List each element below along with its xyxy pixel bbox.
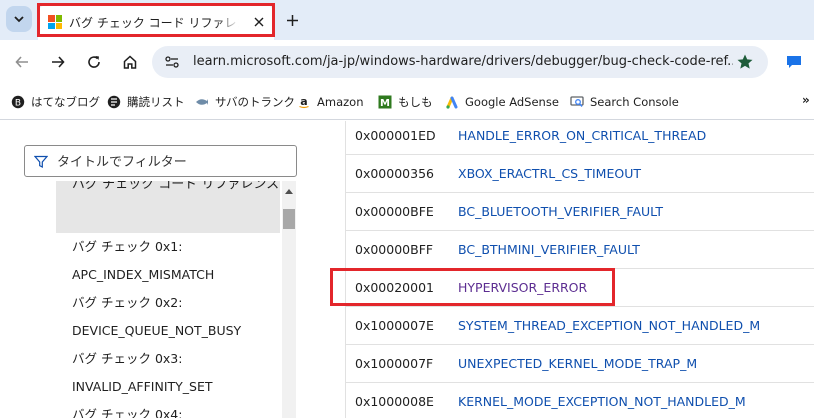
bug-check-code: 0x000001ED: [355, 128, 436, 143]
toc-item-subtitle: APC_INDEX_MISMATCH: [72, 267, 215, 282]
reload-button[interactable]: [84, 52, 104, 72]
toc-current-label: バグ チェック コード リファレンス: [72, 181, 280, 192]
scrollbar-thumb[interactable]: [283, 209, 295, 229]
toc-scrollbar[interactable]: [282, 181, 296, 418]
close-icon: [254, 17, 264, 27]
bug-check-name-link[interactable]: KERNEL_MODE_EXCEPTION_NOT_HANDLED_M: [458, 393, 746, 411]
svg-text:B: B: [15, 99, 21, 109]
bug-check-code: 0x1000007E: [355, 318, 434, 333]
new-tab-button[interactable]: [282, 10, 302, 30]
bookmark-label: Google AdSense: [465, 95, 559, 109]
toc-item-subtitle: INVALID_AFFINITY_SET: [72, 379, 213, 394]
amazon-icon: a: [297, 95, 311, 109]
toc-current-item[interactable]: バグ チェック コード リファレンス: [56, 181, 280, 233]
url-text[interactable]: learn.microsoft.com/ja-jp/windows-hardwa…: [193, 53, 733, 71]
bookmark-reading-list[interactable]: 購読リスト: [107, 92, 185, 112]
bookmark-label: サバのトランク: [215, 95, 296, 109]
tab-close-button[interactable]: [250, 13, 268, 31]
toc-item[interactable]: バグ チェック 0x2: DEVICE_QUEUE_NOT_BUSY: [56, 289, 280, 345]
bug-check-code: 0x00000BFF: [355, 242, 434, 257]
bookmark-label: はてなブログ: [31, 95, 100, 109]
moshimo-icon: M: [378, 95, 392, 109]
toc-item-title: バグ チェック 0x4:: [72, 407, 183, 418]
bookmark-hatena[interactable]: B はてなブログ: [11, 92, 100, 112]
bookmark-amazon[interactable]: a Amazon: [297, 92, 363, 112]
saba-icon: [195, 95, 209, 109]
arrow-right-icon: [52, 56, 65, 68]
toc-filter[interactable]: [24, 145, 297, 177]
filter-input[interactable]: [57, 153, 287, 171]
reload-icon: [88, 56, 100, 68]
bookmark-moshimo[interactable]: M もしも: [378, 92, 433, 112]
table-row: 0x00000BFE BC_BLUETOOTH_VERIFIER_FAULT: [346, 193, 814, 231]
table-row: 0x1000007E SYSTEM_THREAD_EXCEPTION_NOT_H…: [346, 307, 814, 345]
bug-check-name-link[interactable]: UNEXPECTED_KERNEL_MODE_TRAP_M: [458, 355, 697, 373]
search-console-icon: [570, 95, 584, 109]
bookmark-label: もしも: [398, 95, 433, 109]
bookmark-label: Search Console: [590, 95, 679, 109]
bug-check-code: 0x00020001: [355, 280, 434, 295]
bug-check-name-link[interactable]: SYSTEM_THREAD_EXCEPTION_NOT_HANDLED_M: [458, 317, 760, 335]
table-row: 0x00000356 XBOX_ERACTRL_CS_TIMEOUT: [346, 155, 814, 193]
adsense-icon: [445, 95, 459, 109]
toc-item-title: バグ チェック 0x1:: [72, 239, 183, 254]
toc-item[interactable]: バグ チェック 0x4:: [56, 401, 280, 418]
bug-check-name-link[interactable]: HYPERVISOR_ERROR: [458, 279, 587, 297]
back-button[interactable]: [12, 52, 32, 72]
arrow-left-icon: [15, 56, 28, 68]
toc-item[interactable]: バグ チェック 0x1: APC_INDEX_MISMATCH: [56, 233, 280, 289]
bookmark-adsense[interactable]: Google AdSense: [445, 92, 559, 112]
reading-list-icon: [107, 95, 121, 109]
tab-search-button[interactable]: [6, 6, 32, 32]
bug-check-code: 0x00000356: [355, 166, 434, 181]
toc-item[interactable]: バグ チェック 0x3: INVALID_AFFINITY_SET: [56, 345, 280, 401]
bookmark-search-console[interactable]: Search Console: [570, 92, 679, 112]
tab-strip: バグ チェック コード リファレンス - Windows drivers: [0, 0, 814, 40]
hatena-icon: B: [11, 95, 25, 109]
toc-item-subtitle: DEVICE_QUEUE_NOT_BUSY: [72, 323, 242, 338]
chevron-down-icon: [14, 16, 24, 23]
bookmarks-bar: B はてなブログ 購読リスト サバのトランク a Amazon M もしも Go…: [0, 84, 814, 120]
home-icon: [123, 55, 137, 69]
extension-chat-icon[interactable]: [786, 55, 802, 69]
toc-item-title: バグ チェック 0x2:: [72, 295, 183, 310]
bookmark-saba[interactable]: サバのトランク: [195, 92, 295, 112]
bug-check-name-link[interactable]: HANDLE_ERROR_ON_CRITICAL_THREAD: [458, 127, 706, 145]
home-button[interactable]: [120, 52, 140, 72]
table-row: 0x00000BFF BC_BTHMINI_VERIFIER_FAULT: [346, 231, 814, 269]
bug-check-table: 0x000001ED HANDLE_ERROR_ON_CRITICAL_THRE…: [345, 121, 814, 418]
svg-text:a: a: [300, 95, 307, 108]
table-row: 0x00020001 HYPERVISOR_ERROR: [346, 269, 814, 307]
toc-list: バグ チェック コード リファレンス バグ チェック 0x1: APC_INDE…: [56, 181, 296, 418]
bug-check-name-link[interactable]: BC_BTHMINI_VERIFIER_FAULT: [458, 241, 640, 259]
toc-item-title: バグ チェック 0x3:: [72, 351, 183, 366]
browser-tab-active[interactable]: バグ チェック コード リファレンス - Windows drivers: [38, 4, 274, 40]
table-row: 0x1000007F UNEXPECTED_KERNEL_MODE_TRAP_M: [346, 345, 814, 383]
page-content: バグ チェック コード リファレンス バグ チェック 0x1: APC_INDE…: [0, 121, 814, 418]
scroll-up-arrow-icon[interactable]: [285, 189, 293, 194]
site-info-icon[interactable]: [164, 54, 180, 70]
bug-check-code: 0x1000008E: [355, 394, 434, 409]
browser-toolbar: learn.microsoft.com/ja-jp/windows-hardwa…: [0, 40, 814, 84]
bug-check-code: 0x1000007F: [355, 356, 434, 371]
bookmarks-overflow-button[interactable]: »: [802, 93, 810, 107]
bug-check-name-link[interactable]: XBOX_ERACTRL_CS_TIMEOUT: [458, 165, 641, 183]
plus-icon: [286, 14, 298, 26]
bug-check-code: 0x00000BFE: [355, 204, 434, 219]
bug-check-name-link[interactable]: BC_BLUETOOTH_VERIFIER_FAULT: [458, 203, 663, 221]
table-row: 0x1000008E KERNEL_MODE_EXCEPTION_NOT_HAN…: [346, 383, 814, 418]
bookmark-star-icon[interactable]: [736, 53, 754, 71]
bookmark-label: Amazon: [317, 95, 364, 109]
bookmark-label: 購読リスト: [127, 95, 185, 109]
microsoft-logo-icon: [48, 15, 62, 29]
address-bar[interactable]: learn.microsoft.com/ja-jp/windows-hardwa…: [152, 46, 768, 78]
svg-text:M: M: [380, 98, 390, 109]
forward-button[interactable]: [48, 52, 68, 72]
table-row: 0x000001ED HANDLE_ERROR_ON_CRITICAL_THRE…: [346, 117, 814, 155]
filter-icon: [34, 155, 48, 169]
tab-title: バグ チェック コード リファレンス - Windows drivers: [69, 14, 239, 32]
